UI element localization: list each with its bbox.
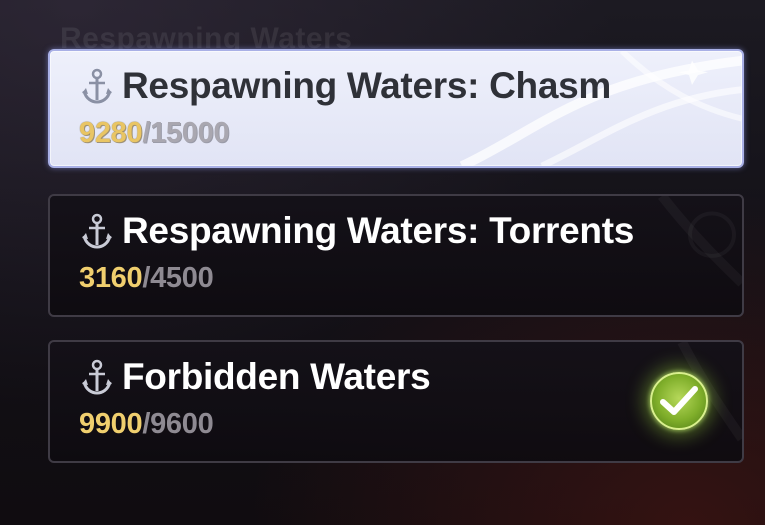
- quest-progress: 9280/15000: [79, 117, 230, 150]
- complete-badge: [650, 372, 708, 430]
- progress-current: 3160: [79, 262, 143, 294]
- progress-total: 4500: [150, 262, 214, 294]
- progress-total: 15000: [150, 117, 230, 149]
- quest-card-chasm[interactable]: Respawning Waters: Chasm 9280/15000: [48, 49, 744, 168]
- progress-current: 9280: [79, 117, 143, 149]
- progress-total: 9600: [150, 408, 214, 440]
- quest-title: Forbidden Waters: [122, 356, 431, 397]
- anchor-icon: [80, 67, 114, 105]
- progress-separator: /: [142, 262, 151, 294]
- progress-separator: /: [142, 117, 151, 149]
- quest-title: Respawning Waters: Chasm: [122, 65, 611, 106]
- quest-progress: 9900/9600: [79, 408, 214, 441]
- quest-progress: 3160/4500: [79, 262, 214, 295]
- anchor-icon: [80, 212, 114, 250]
- quest-title: Respawning Waters: Torrents: [122, 210, 635, 251]
- checkmark-icon: [660, 386, 698, 415]
- progress-current: 9900: [79, 408, 143, 440]
- progress-separator: /: [142, 408, 151, 440]
- quest-card-torrents[interactable]: Respawning Waters: Torrents 3160/4500: [48, 194, 744, 317]
- quest-card-forbidden[interactable]: Forbidden Waters 9900/9600: [48, 340, 744, 463]
- anchor-icon: [80, 358, 114, 396]
